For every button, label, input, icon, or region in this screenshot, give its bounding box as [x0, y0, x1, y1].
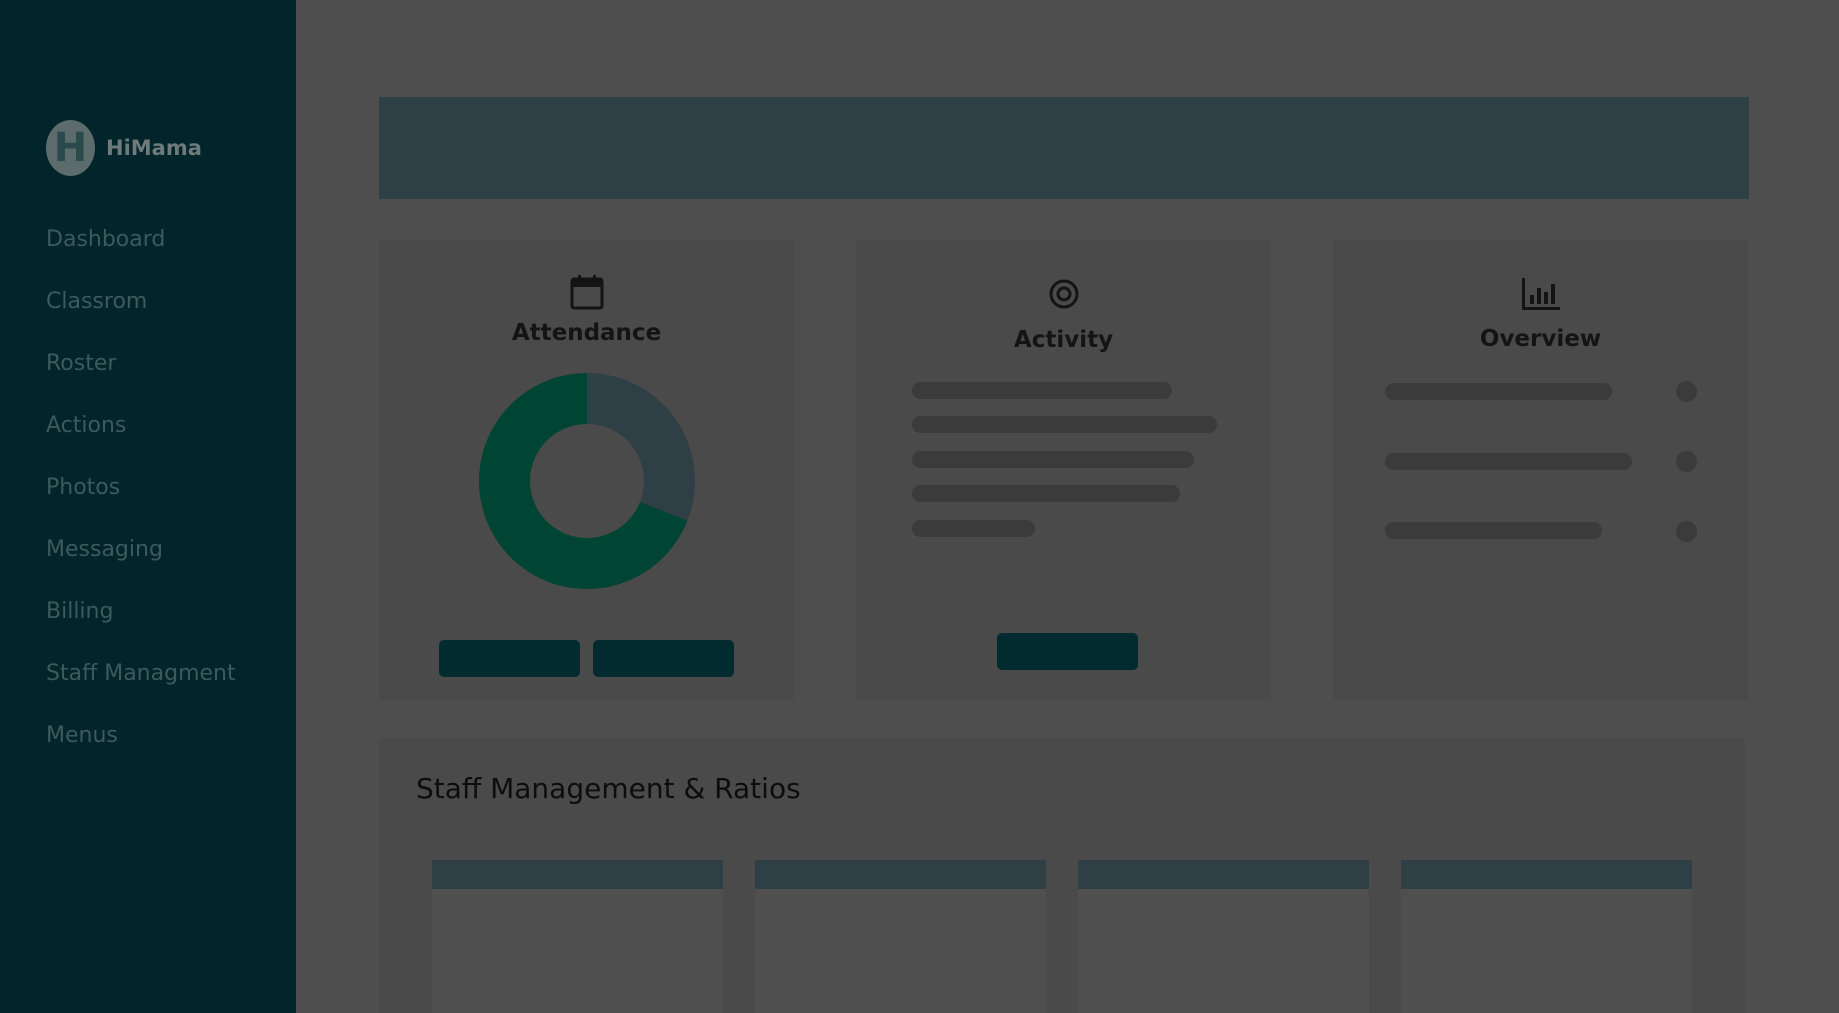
activity-placeholder-line	[912, 416, 1217, 433]
sidebar-item-classroom[interactable]: Classrom	[46, 284, 236, 346]
activity-card: Activity	[856, 240, 1271, 700]
staff-card-header	[1401, 860, 1692, 889]
staff-card-header	[1078, 860, 1369, 889]
sidebar-item-dashboard[interactable]: Dashboard	[46, 222, 236, 284]
brand-name: HiMama	[106, 136, 202, 160]
overview-status-dot	[1676, 451, 1697, 472]
sidebar-item-staff-management[interactable]: Staff Managment	[46, 656, 236, 718]
overview-card: Overview	[1333, 240, 1748, 700]
overview-placeholder-line	[1385, 522, 1602, 539]
staff-card[interactable]	[432, 860, 723, 1013]
activity-action-button[interactable]	[997, 633, 1138, 670]
brand-avatar: H	[46, 120, 95, 176]
overview-status-dot	[1676, 521, 1697, 542]
donut-segment-secondary	[587, 373, 695, 521]
overview-status-dot	[1676, 381, 1697, 402]
staff-card-header	[755, 860, 1046, 889]
activity-placeholder-line	[912, 382, 1172, 399]
calendar-icon	[570, 274, 604, 315]
staff-card[interactable]	[755, 860, 1046, 1013]
sidebar-nav: Dashboard Classrom Roster Actions Photos…	[46, 222, 236, 780]
staff-card[interactable]	[1401, 860, 1692, 1013]
staff-management-section: Staff Management & Ratios	[379, 738, 1745, 1013]
overview-title: Overview	[1479, 326, 1602, 352]
activity-placeholder-line	[912, 451, 1194, 468]
attendance-action-button-2[interactable]	[593, 640, 734, 677]
attendance-donut-chart	[479, 373, 695, 589]
attendance-title: Attendance	[511, 320, 662, 346]
sidebar-item-photos[interactable]: Photos	[46, 470, 236, 532]
sidebar-item-roster[interactable]: Roster	[46, 346, 236, 408]
staff-section-title: Staff Management & Ratios	[416, 772, 801, 805]
staff-card-header	[432, 860, 723, 889]
top-banner	[379, 97, 1749, 199]
sidebar: H HiMama Dashboard Classrom Roster Actio…	[0, 0, 296, 1013]
overview-placeholder-line	[1385, 453, 1632, 470]
staff-card[interactable]	[1078, 860, 1369, 1013]
sidebar-item-actions[interactable]: Actions	[46, 408, 236, 470]
activity-placeholder-line	[912, 520, 1035, 537]
attendance-card: Attendance	[379, 240, 794, 700]
sidebar-item-billing[interactable]: Billing	[46, 594, 236, 656]
sidebar-item-menus[interactable]: Menus	[46, 718, 236, 780]
sidebar-item-messaging[interactable]: Messaging	[46, 532, 236, 594]
activity-placeholder-line	[912, 485, 1180, 502]
bar-chart-icon	[1521, 278, 1561, 315]
activity-title: Activity	[1013, 327, 1114, 353]
brand[interactable]: H HiMama	[46, 120, 202, 176]
overview-placeholder-line	[1385, 383, 1612, 400]
attendance-action-button-1[interactable]	[439, 640, 580, 677]
target-icon	[1048, 278, 1080, 315]
